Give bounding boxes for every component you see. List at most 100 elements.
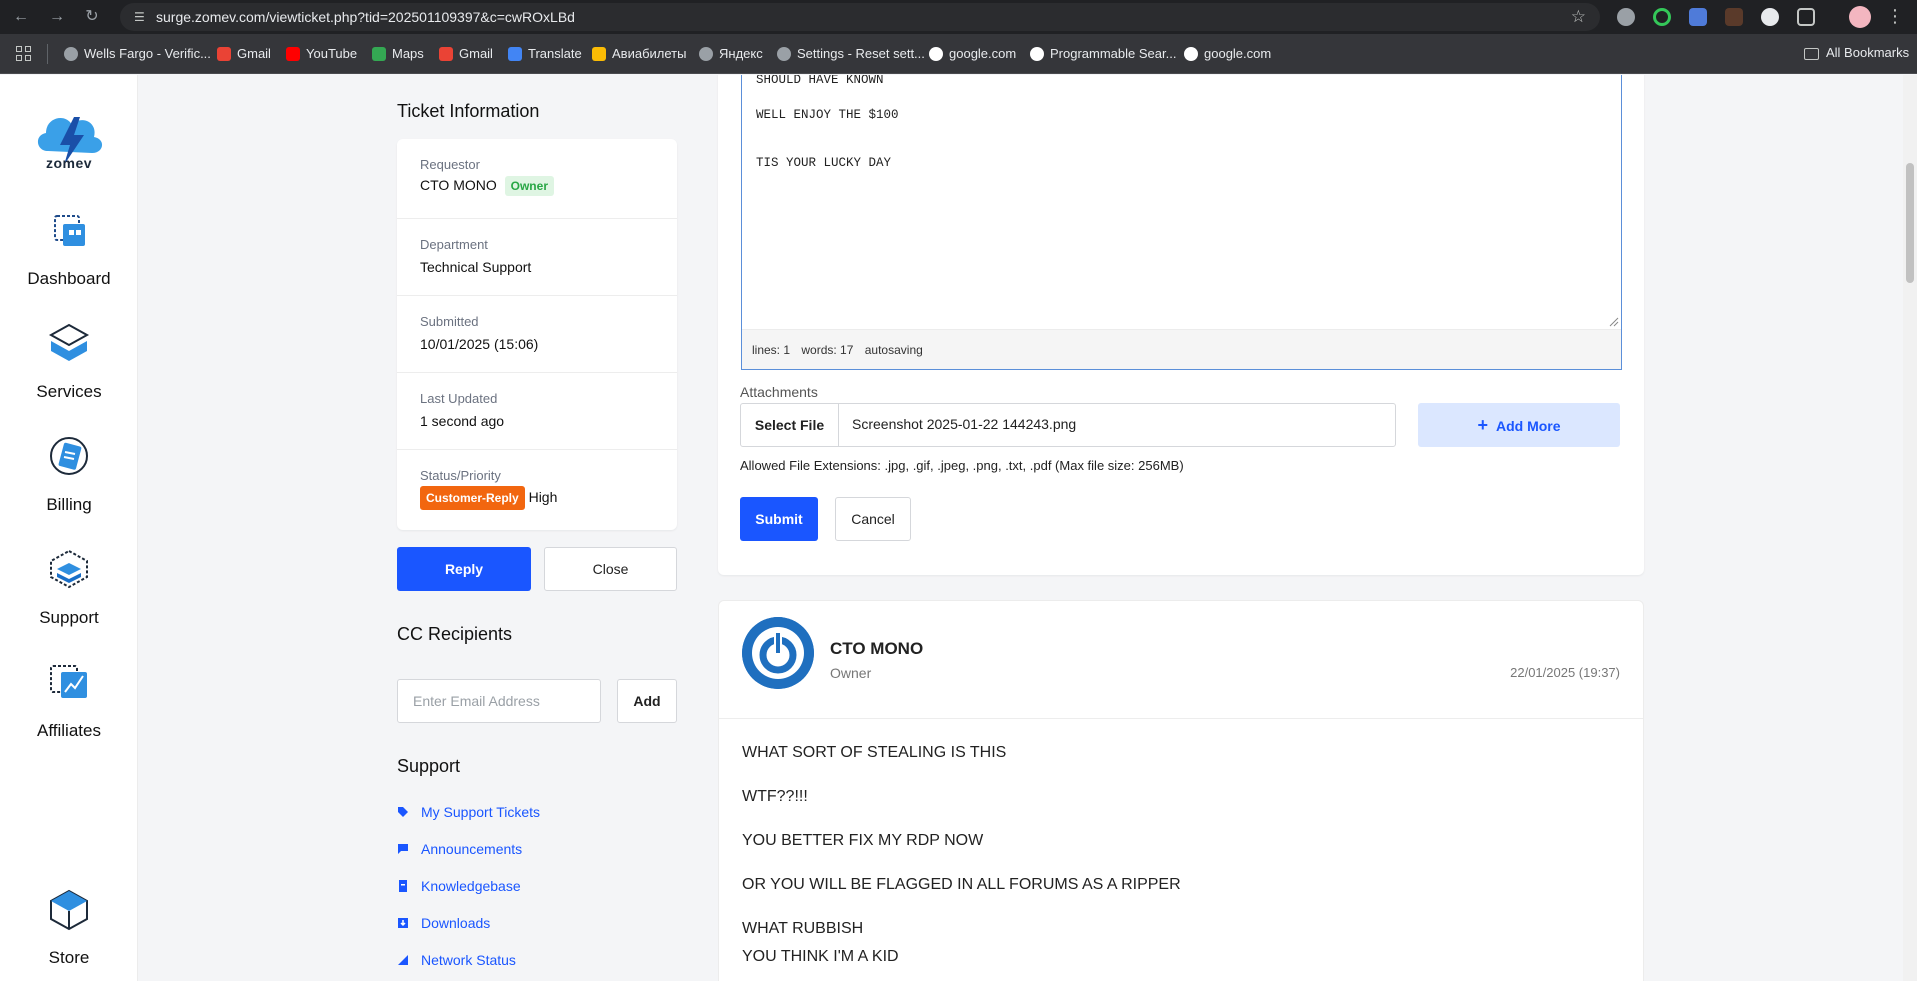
bookmark-item[interactable]: Wells Fargo - Verific... <box>64 45 211 63</box>
menu-icon[interactable]: ⋮ <box>1886 5 1904 27</box>
ticket-message-card: CTO MONO Owner 22/01/2025 (19:37) WHAT S… <box>718 600 1644 981</box>
youtube-icon <box>286 47 300 61</box>
bookmark-item[interactable]: Авиабилеты <box>592 45 686 63</box>
sidebar-item-store[interactable]: Store <box>0 887 138 968</box>
maps-icon <box>372 47 386 61</box>
bookmark-item[interactable]: Maps <box>372 45 424 63</box>
back-icon[interactable]: ← <box>10 6 32 28</box>
url-text: surge.zomev.com/viewticket.php?tid=20250… <box>156 9 575 25</box>
bookmark-item[interactable]: google.com <box>929 45 1016 63</box>
profile-avatar[interactable] <box>1849 6 1871 28</box>
cc-add-button[interactable]: Add <box>617 679 677 723</box>
main-content: Ticket Information Requestor CTO MONO Ow… <box>138 75 1917 981</box>
page-scrollbar[interactable] <box>1903 75 1917 981</box>
submitted-row: Submitted 10/01/2025 (15:06) <box>397 296 677 373</box>
extension-icon[interactable] <box>1761 8 1779 26</box>
editor-status-bar: lines: 1 words: 17 autosaving <box>742 329 1621 369</box>
priority-text: High <box>528 489 558 505</box>
extensions-puzzle-icon[interactable] <box>1797 8 1815 26</box>
support-link-knowledgebase[interactable]: Knowledgebase <box>397 876 521 896</box>
cancel-button[interactable]: Cancel <box>835 497 911 541</box>
store-icon <box>50 889 88 931</box>
words-count: words: 17 <box>801 343 854 357</box>
reply-button[interactable]: Reply <box>397 547 531 591</box>
extension-icon[interactable] <box>1689 8 1707 26</box>
signal-icon <box>398 955 408 965</box>
logo-text: zomev <box>45 155 93 171</box>
department-row: Department Technical Support <box>397 219 677 296</box>
owner-badge: Owner <box>504 176 554 196</box>
forward-icon[interactable]: → <box>46 6 68 28</box>
apps-grid-icon[interactable] <box>16 46 32 62</box>
updated-value: 1 second ago <box>420 413 505 429</box>
sidebar: zomev Dashboard Services Billing Support… <box>0 75 138 981</box>
select-file-button[interactable]: Select File <box>741 404 839 446</box>
extension-icon[interactable] <box>1653 8 1671 26</box>
bookmark-item[interactable]: google.com <box>1184 45 1271 63</box>
billing-icon <box>50 437 88 475</box>
support-link-my-tickets[interactable]: My Support Tickets <box>397 802 540 822</box>
bookmark-item[interactable]: Translate <box>508 45 582 63</box>
updated-label: Last Updated <box>420 391 498 406</box>
document-icon <box>399 880 407 892</box>
google-icon <box>1030 47 1044 61</box>
gmail-icon <box>439 47 453 61</box>
cc-email-input[interactable]: Enter Email Address <box>397 679 601 723</box>
bookmark-item[interactable]: Gmail <box>217 45 271 63</box>
sidebar-item-services[interactable]: Services <box>0 321 138 402</box>
reply-message-editor[interactable]: SHOULD HAVE KNOWN WELL ENJOY THE $100 TI… <box>741 75 1622 370</box>
bookmark-item[interactable]: Settings - Reset sett... <box>777 45 925 63</box>
bookmark-item[interactable]: Gmail <box>439 45 493 63</box>
department-value: Technical Support <box>420 259 532 275</box>
affiliates-icon <box>50 665 87 698</box>
bookmarks-bar: Wells Fargo - Verific... Gmail YouTube M… <box>0 34 1917 74</box>
support-link-network-status[interactable]: Network Status <box>397 950 516 970</box>
globe-icon <box>699 47 713 61</box>
message-line: WHAT SORT OF STEALING IS THIS <box>742 744 1007 761</box>
sidebar-item-affiliates[interactable]: Affiliates <box>0 660 138 741</box>
updated-row: Last Updated 1 second ago <box>397 373 677 450</box>
plus-icon: + <box>1477 415 1488 435</box>
sidebar-item-label: Store <box>48 948 90 967</box>
scrollbar-thumb[interactable] <box>1906 163 1914 283</box>
department-label: Department <box>420 237 488 252</box>
download-icon <box>398 918 408 928</box>
reload-icon[interactable]: ↻ <box>81 6 103 28</box>
extension-icon[interactable] <box>1725 8 1743 26</box>
support-link-downloads[interactable]: Downloads <box>397 913 490 933</box>
status-row: Status/Priority Customer-Reply High <box>397 450 677 530</box>
bookmark-item[interactable]: Яндекс <box>699 45 763 63</box>
file-input-group: Select File Screenshot 2025-01-22 144243… <box>740 403 1396 447</box>
add-more-button[interactable]: + Add More <box>1418 403 1620 447</box>
resize-handle-icon[interactable] <box>1609 317 1619 327</box>
status-value: Customer-Reply High <box>420 486 557 510</box>
sidebar-item-label: Affiliates <box>37 721 101 740</box>
bookmark-star-icon[interactable]: ☆ <box>1571 7 1586 27</box>
sidebar-item-dashboard[interactable]: Dashboard <box>0 208 138 289</box>
sidebar-item-billing[interactable]: Billing <box>0 434 138 515</box>
close-ticket-button[interactable]: Close <box>544 547 677 591</box>
ticket-info-title: Ticket Information <box>397 101 540 121</box>
address-bar[interactable]: ☰ surge.zomev.com/viewticket.php?tid=202… <box>120 3 1600 31</box>
google-icon <box>929 47 943 61</box>
message-line: YOU THINK I'M A KID <box>742 948 899 965</box>
support-link-announcements[interactable]: Announcements <box>397 839 522 859</box>
bookmark-separator <box>47 44 48 64</box>
site-info-icon[interactable]: ☰ <box>134 10 148 24</box>
cc-title: CC Recipients <box>397 624 513 644</box>
message-line: WHAT RUBBISH <box>742 920 864 937</box>
all-bookmarks[interactable]: All Bookmarks <box>1804 45 1909 60</box>
google-icon <box>1184 47 1198 61</box>
message-role: Owner <box>830 665 872 681</box>
sidebar-item-label: Dashboard <box>27 269 111 288</box>
globe-icon <box>64 47 78 61</box>
support-icon <box>50 549 88 589</box>
bookmark-item[interactable]: YouTube <box>286 45 357 63</box>
extension-icon[interactable] <box>1617 8 1635 26</box>
browser-toolbar: ← → ↻ ☰ surge.zomev.com/viewticket.php?t… <box>0 0 1917 34</box>
bookmark-item[interactable]: Programmable Sear... <box>1030 45 1176 63</box>
sidebar-item-support[interactable]: Support <box>0 547 138 628</box>
submit-button[interactable]: Submit <box>740 497 818 541</box>
message-date: 22/01/2025 (19:37) <box>1510 665 1620 680</box>
tag-icon <box>398 807 408 817</box>
